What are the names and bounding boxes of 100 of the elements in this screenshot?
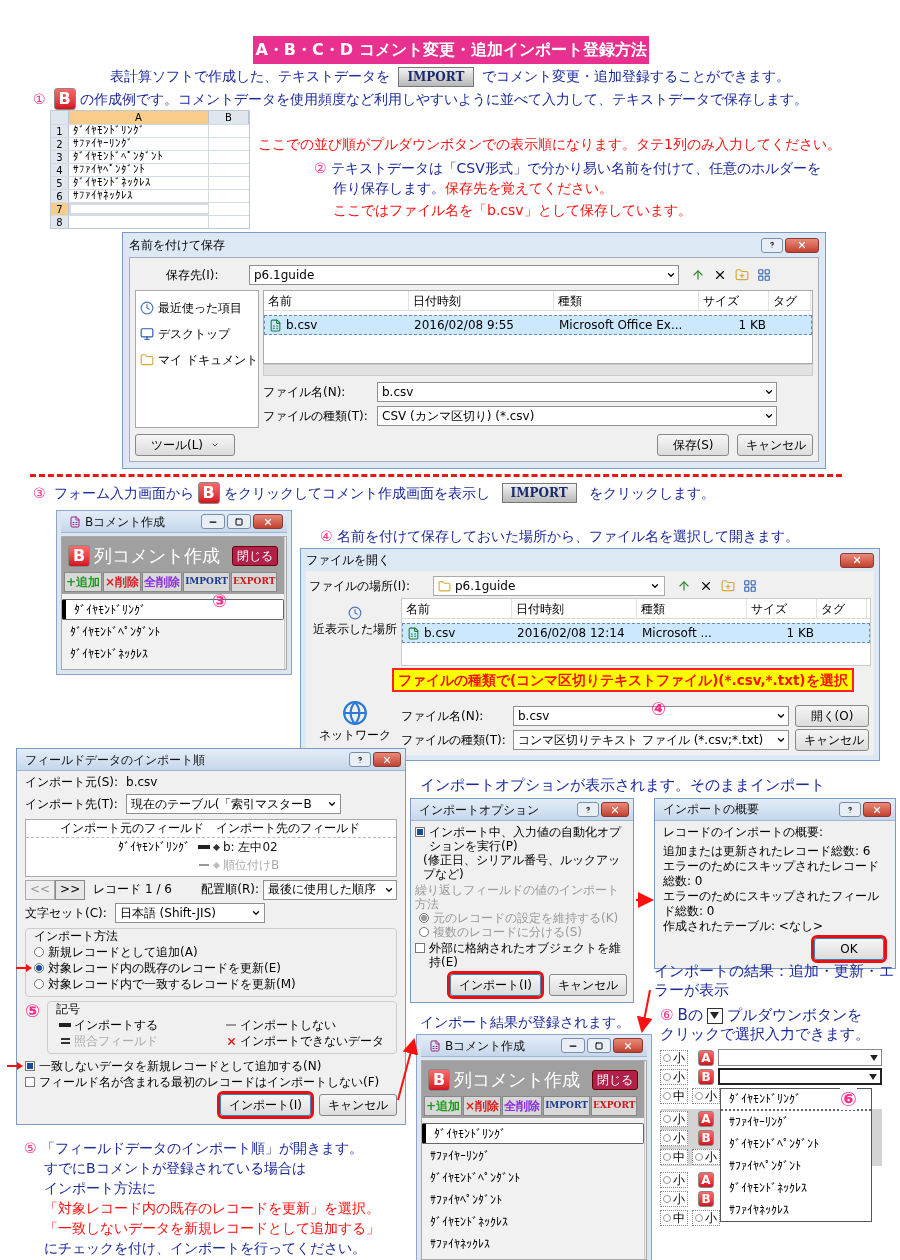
row-header[interactable]: 5	[51, 177, 69, 189]
column-header[interactable]: 名前	[402, 599, 512, 618]
charset-dropdown[interactable]: 日本語 (Shift-JIS)	[114, 903, 265, 923]
radio-option[interactable]: 対象レコード内の既存のレコードを更新(E)	[34, 960, 388, 976]
up-folder-icon[interactable]	[677, 579, 691, 593]
comment-item[interactable]: ﾀﾞｲﾔﾓﾝﾄﾞﾘﾝｸﾞ	[422, 1123, 644, 1144]
column-header[interactable]: 種類	[554, 291, 699, 310]
checkbox-option[interactable]: インポート中、入力値の自動化オプションを実行(P)	[415, 825, 629, 853]
close-form-button[interactable]: 閉じる	[232, 545, 278, 566]
close-button[interactable]	[601, 802, 629, 817]
row-header[interactable]: 3	[51, 151, 69, 163]
toolbar-button[interactable]: ×削除	[103, 572, 142, 592]
comment-item[interactable]: ｻﾌｧｲﾔｰﾘﾝｸﾞ	[422, 1145, 644, 1166]
help-button[interactable]	[577, 802, 599, 817]
order-dropdown[interactable]: 最後に使用した順序	[263, 879, 397, 900]
column-header[interactable]: 種類	[637, 599, 747, 618]
maximize-button[interactable]	[587, 1038, 611, 1053]
start-import-button[interactable]: インポート(I)	[220, 1094, 311, 1116]
help-button[interactable]	[761, 237, 783, 253]
delete-icon[interactable]	[713, 268, 727, 282]
radio-option[interactable]: 新規レコードとして追加(A)	[34, 944, 388, 960]
start-import-button[interactable]: インポート(I)	[450, 974, 541, 996]
comment-item[interactable]: ｻﾌｧｲﾔﾈｯｸﾚｽ	[422, 1233, 644, 1254]
place-item[interactable]: ネットワーク	[319, 700, 391, 744]
cancel-button[interactable]: キャンセル	[319, 1094, 397, 1116]
column-header[interactable]: サイズ	[747, 599, 817, 618]
row-header[interactable]: 8	[51, 216, 69, 228]
size-radio[interactable]: 小	[660, 1129, 688, 1146]
close-button[interactable]	[253, 514, 283, 529]
filename-field[interactable]: b.csv	[377, 382, 777, 402]
size-radio[interactable]: 小	[660, 1068, 688, 1085]
row-header[interactable]: 7	[51, 203, 69, 215]
toolbar-button[interactable]: 全削除	[502, 1096, 543, 1116]
size-radio[interactable]: 中	[660, 1209, 688, 1226]
size-radio[interactable]: 小	[660, 1110, 688, 1127]
size-radio[interactable]: 小	[660, 1190, 688, 1207]
maximize-button[interactable]	[227, 514, 251, 529]
comment-dropdown[interactable]	[718, 1068, 882, 1085]
row-header[interactable]: 6	[51, 190, 69, 202]
toolbar-button[interactable]: ×削除	[463, 1096, 502, 1116]
dropdown-option[interactable]: ﾀﾞｲﾔﾓﾝﾄﾞﾍﾟﾝﾀﾞﾝﾄ	[721, 1133, 871, 1155]
file-type-dropdown[interactable]: コンマ区切りテキスト ファイル (*.csv;*.txt)	[513, 730, 789, 750]
toolbar-button[interactable]: IMPORT	[183, 572, 230, 592]
column-header[interactable]: 日付時刻	[409, 291, 554, 310]
column-header[interactable]: 名前	[264, 291, 409, 310]
file-row[interactable]: b.csv 2016/02/08 9:55 Microsoft Office Ex... 1 KB	[264, 315, 812, 335]
dropdown-option[interactable]: ｻﾌｧｲﾔｰﾘﾝｸﾞ	[721, 1111, 871, 1133]
dropdown-option[interactable]: ﾀﾞｲﾔﾓﾝﾄﾞﾈｯｸﾚｽ	[721, 1177, 871, 1199]
checkbox-option[interactable]: 外部に格納されたオブジェクトを維持(E)	[415, 941, 629, 969]
column-header[interactable]: タグ	[769, 291, 811, 310]
size-radio[interactable]: 小	[660, 1049, 688, 1066]
column-header[interactable]: 日付時刻	[512, 599, 637, 618]
location-dropdown[interactable]: p6.1guide	[433, 576, 665, 596]
close-button[interactable]	[373, 752, 401, 767]
place-item[interactable]: デスクトップ	[136, 321, 258, 347]
minimize-button[interactable]	[561, 1038, 585, 1053]
tools-button[interactable]: ツール(L)	[135, 434, 235, 456]
file-row[interactable]: b.csv 2016/02/08 12:14 Microsoft ... 1 KB	[402, 623, 870, 643]
help-button[interactable]	[839, 802, 861, 817]
checkbox-option[interactable]: 一致しないデータを新規レコードとして追加する(N)	[25, 1058, 397, 1074]
close-button[interactable]	[840, 552, 874, 568]
close-button[interactable]	[785, 237, 819, 253]
file-type-dropdown[interactable]: CSV (カンマ区切り) (*.csv)	[377, 406, 777, 426]
location-dropdown[interactable]: p6.1guide	[249, 265, 679, 285]
dropdown-option[interactable]: ｻﾌｧｲﾔﾈｯｸﾚｽ	[721, 1199, 871, 1221]
comment-item[interactable]: ﾀﾞｲﾔﾓﾝﾄﾞﾈｯｸﾚｽ	[422, 1211, 644, 1232]
save-button[interactable]: 保存(S)	[657, 434, 729, 456]
checkbox-option[interactable]: フィールド名が含まれる最初のレコードはインポートしない(F)	[25, 1074, 397, 1090]
size-radio[interactable]: 小	[692, 1148, 720, 1165]
comment-item[interactable]: ﾀﾞｲﾔﾓﾝﾄﾞﾍﾟﾝﾀﾞﾝﾄ	[422, 1167, 644, 1188]
column-header[interactable]: タグ	[817, 599, 867, 618]
ok-button[interactable]: OK	[814, 938, 884, 960]
toolbar-button[interactable]: EXPORT	[590, 1096, 638, 1116]
comment-item[interactable]: ﾀﾞｲﾔﾓﾝﾄﾞﾍﾟﾝﾀﾞﾝﾄ	[62, 621, 284, 642]
cancel-button[interactable]: キャンセル	[795, 729, 869, 751]
size-radio[interactable]: 小	[692, 1087, 720, 1104]
comment-item[interactable]: ｻﾌｧｲﾔﾍﾟﾝﾀﾞﾝﾄ	[422, 1189, 644, 1210]
close-button[interactable]	[613, 1038, 643, 1053]
up-folder-icon[interactable]	[691, 268, 705, 282]
radio-option[interactable]: 対象レコード内で一致するレコードを更新(M)	[34, 976, 388, 992]
toolbar-button[interactable]: 全削除	[142, 572, 183, 592]
place-item[interactable]: 近表示した場所	[313, 606, 397, 638]
place-item[interactable]: マイ ドキュメント	[136, 347, 258, 373]
row-header[interactable]: 4	[51, 164, 69, 176]
column-header[interactable]: サイズ	[699, 291, 769, 310]
help-button[interactable]	[349, 752, 371, 767]
column-header[interactable]: B	[209, 111, 249, 124]
close-button[interactable]	[863, 802, 891, 817]
row-header[interactable]: 1	[51, 125, 69, 137]
cancel-button[interactable]: キャンセル	[737, 434, 813, 456]
toolbar-button[interactable]: EXPORT	[230, 572, 278, 592]
target-dropdown[interactable]: 現在のテーブル(「索引マスターB	[125, 794, 341, 814]
column-header[interactable]: A	[69, 111, 209, 124]
next-button[interactable]: >>	[55, 879, 86, 900]
row-header[interactable]: 2	[51, 138, 69, 150]
view-menu-icon[interactable]	[743, 579, 757, 593]
size-radio[interactable]: 小	[692, 1209, 720, 1226]
size-radio[interactable]: 中	[660, 1087, 688, 1104]
delete-icon[interactable]	[699, 579, 713, 593]
minimize-button[interactable]	[201, 514, 225, 529]
